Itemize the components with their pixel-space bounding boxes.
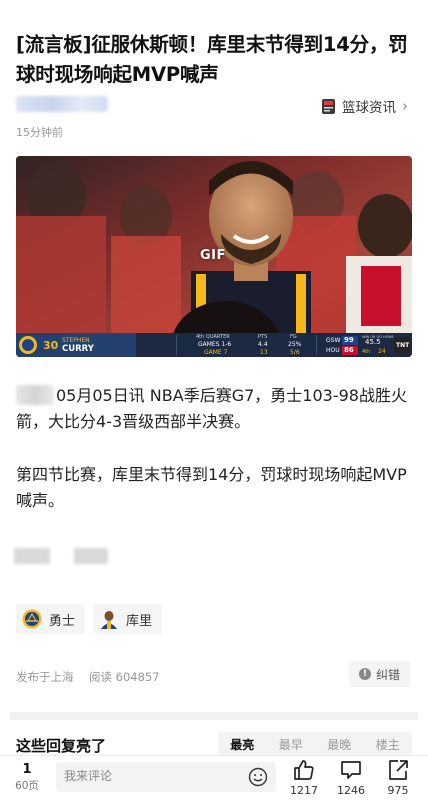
publish-time: 15分钟前 xyxy=(16,126,63,139)
scorebar-row2-pts: 13 xyxy=(260,349,268,356)
article-paragraph-1: 05月05日讯 NBA季后赛G7，勇士103-98战胜火箭，大比分4-3晋级西部… xyxy=(16,383,412,435)
article-paragraph-2: 第四节比赛，库里末节得到14分，罚球时现场响起MVP喊声。 xyxy=(16,465,407,510)
scorebar-quarter: 4th QUARTER xyxy=(196,334,230,340)
article-title: [流言板]征服休斯顿！库里末节得到14分，罚球时现场响起MVP喊声 xyxy=(16,33,408,86)
page-total: 60页 xyxy=(15,780,39,792)
scorebar-team2: HOU xyxy=(326,347,340,354)
scorebar-team2-score: 86 xyxy=(344,346,354,354)
scorebar-row1-fg: 25% xyxy=(288,341,302,348)
bottom-action-bar: 1 60页 1217 1246 975 xyxy=(0,755,428,805)
comment-bubble-icon xyxy=(341,761,361,779)
thumbs-up-icon xyxy=(294,760,314,780)
tag-list: 勇士 库里 xyxy=(16,604,163,634)
comment-input-box[interactable] xyxy=(56,762,276,792)
source-name: 篮球资讯 xyxy=(342,100,396,116)
tag-warriors[interactable]: 勇士 xyxy=(16,604,86,634)
scorebar-jersey: 30 xyxy=(43,339,59,352)
section-divider xyxy=(10,712,418,720)
scorebar-network: TNT xyxy=(396,342,410,349)
comment-count: 1246 xyxy=(337,784,365,797)
tag-label: 勇士 xyxy=(49,613,76,629)
source-link[interactable]: 篮球资讯 › xyxy=(320,96,408,116)
read-count: 阅读 604857 xyxy=(89,670,160,684)
scorebar-row1-label: GAMES 1-6 xyxy=(198,341,232,348)
like-count: 1217 xyxy=(290,784,318,797)
scorebar-row2-label: GAME 7 xyxy=(204,349,228,356)
scorebar-team1: GSW xyxy=(326,337,341,344)
publish-info-row: 发布于上海 阅读 604857 ! 纠错 xyxy=(16,661,412,687)
source-avatar-icon xyxy=(322,98,335,114)
scorebar-quarter-short: 4th xyxy=(362,349,371,355)
like-button[interactable]: 1217 xyxy=(286,758,322,798)
scorebar-shot-clock: 24 xyxy=(378,348,386,355)
blurred-editor-tags xyxy=(14,548,114,568)
gif-badge: GIF xyxy=(200,248,226,263)
tag-curry[interactable]: 库里 xyxy=(93,604,163,634)
tag-label: 库里 xyxy=(126,613,153,629)
article-gif[interactable]: GIF 30 STEPHEN CURRY 4th QUARTER PTS FG … xyxy=(16,156,412,357)
emoji-icon[interactable] xyxy=(248,767,268,787)
comments-heading: 这些回复亮了 xyxy=(16,737,107,755)
player-avatar-icon xyxy=(101,611,118,629)
chevron-right-icon: › xyxy=(402,97,408,115)
comment-input[interactable] xyxy=(64,769,234,783)
info-icon: ! xyxy=(358,668,371,680)
page-number: 1 xyxy=(22,762,32,777)
paragraph-1-text: 05月05日讯 NBA季后赛G7，勇士103-98战胜火箭，大比分4-3晋级西部… xyxy=(16,386,407,431)
scorebar-row2-fg: 5/6 xyxy=(290,349,300,356)
scorebar-fg-header: FG xyxy=(290,334,297,340)
share-count: 975 xyxy=(387,784,409,797)
share-button[interactable]: 975 xyxy=(380,758,416,798)
meta-row: 篮球资讯 › xyxy=(16,96,412,116)
blurred-author-name xyxy=(16,96,108,112)
scorebar-pts-header: PTS xyxy=(258,334,268,340)
report-error-button[interactable]: ! 纠错 xyxy=(348,661,410,687)
page-indicator[interactable]: 1 60页 xyxy=(12,762,42,794)
scorebar-row1-pts: 4.4 xyxy=(258,341,268,348)
scorebar-team1-score: 99 xyxy=(344,336,354,344)
scorebar-clock: 45.5 xyxy=(365,338,381,346)
scorebar-last-name: CURRY xyxy=(62,344,94,354)
comment-button[interactable]: 1246 xyxy=(333,758,369,798)
publish-location: 发布于上海 xyxy=(16,670,74,684)
report-label: 纠错 xyxy=(375,667,400,682)
scorebar-first-name: STEPHEN xyxy=(62,337,90,344)
warriors-logo-icon xyxy=(22,609,42,629)
blurred-location xyxy=(16,385,54,405)
share-icon xyxy=(389,760,408,780)
